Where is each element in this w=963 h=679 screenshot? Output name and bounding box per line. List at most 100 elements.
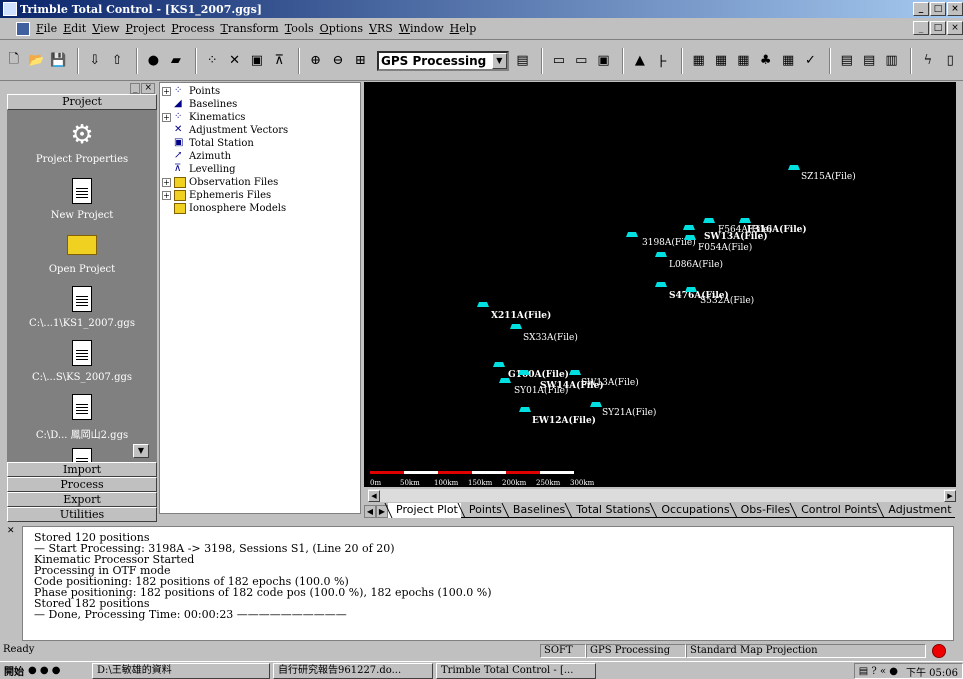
new-file-icon[interactable]: 🗋 xyxy=(4,51,23,71)
tab-scroll-left-button[interactable]: ◀ xyxy=(364,505,376,518)
doc-minimize-button[interactable]: _ xyxy=(913,21,929,35)
tree-item-ionosphere-models[interactable]: Ionosphere Models xyxy=(174,202,286,215)
chevron-down-icon[interactable]: ▼ xyxy=(491,52,507,69)
doc-restore-button[interactable]: □ xyxy=(930,21,946,35)
expand-icon[interactable]: + xyxy=(162,113,171,122)
tab-baselines[interactable]: Baselines xyxy=(504,503,569,518)
tab-obs-files[interactable]: Obs-Files xyxy=(732,503,794,518)
print-preview-icon[interactable]: ▤ xyxy=(859,51,878,71)
point-marker-icon[interactable] xyxy=(655,252,667,257)
menu-vrs[interactable]: VRS xyxy=(369,22,399,35)
adjust-icon[interactable]: ✕ xyxy=(225,51,244,71)
map-point[interactable]: EW12A(File) xyxy=(519,407,596,426)
menu-process[interactable]: Process xyxy=(171,22,220,35)
sidebar-header-project[interactable]: Project xyxy=(7,94,157,110)
sidebar-process-button[interactable]: Process xyxy=(7,477,157,492)
point-marker-icon[interactable] xyxy=(703,218,715,223)
tab-points[interactable]: Points xyxy=(460,503,505,518)
zoom-extent-icon[interactable]: ⊞ xyxy=(351,51,370,71)
maximize-button[interactable]: □ xyxy=(930,2,946,16)
map-point[interactable]: X211A(File) xyxy=(477,302,551,321)
point-marker-icon[interactable] xyxy=(788,165,800,170)
window-1-icon[interactable]: ▭ xyxy=(549,51,568,71)
point-marker-icon[interactable] xyxy=(626,232,638,237)
save-icon[interactable]: 💾 xyxy=(49,51,68,71)
sidebar-export-button[interactable]: Export xyxy=(7,492,157,507)
menu-help[interactable]: Help xyxy=(450,22,483,35)
map-point[interactable]: SZ15A(File) xyxy=(788,165,856,182)
recent-project-item[interactable]: C:\...S\KS_2007.ggs xyxy=(7,338,157,383)
expand-icon[interactable]: + xyxy=(162,178,171,187)
menu-file[interactable]: File xyxy=(36,22,63,35)
import-icon[interactable]: ⇩ xyxy=(85,51,104,71)
sidebar-scroll-down-button[interactable]: ▼ xyxy=(133,444,149,458)
menu-transform[interactable]: Transform xyxy=(220,22,284,35)
globe-icon[interactable]: ● xyxy=(144,51,163,71)
record-indicator-icon[interactable] xyxy=(932,644,946,658)
sidebar-import-button[interactable]: Import xyxy=(7,462,157,477)
point-marker-icon[interactable] xyxy=(590,402,602,407)
doc-close-button[interactable]: × xyxy=(947,21,963,35)
output-close-icon[interactable]: ✕ xyxy=(7,526,19,536)
tab-total-stations[interactable]: Total Stations xyxy=(568,503,654,518)
menu-view[interactable]: View xyxy=(92,22,125,35)
sidebar-utilities-button[interactable]: Utilities xyxy=(7,507,157,522)
point-marker-icon[interactable] xyxy=(510,324,522,329)
recent-project-item[interactable]: C:\D... 鳳岡山2.ggs xyxy=(7,392,157,441)
level-icon[interactable]: ⊼ xyxy=(270,51,289,71)
tree-item-points[interactable]: + ⁘ Points xyxy=(162,85,220,98)
processing-mode-select[interactable]: GPS Processing ▼ xyxy=(377,50,509,71)
menu-tools[interactable]: Tools xyxy=(285,22,320,35)
chart-icon[interactable]: ⺊ xyxy=(653,51,672,71)
point-marker-icon[interactable] xyxy=(739,218,751,223)
app-icon[interactable] xyxy=(3,2,17,16)
grid-icon[interactable]: ▦ xyxy=(711,51,730,71)
scroll-right-button[interactable]: ▶ xyxy=(944,490,956,502)
scroll-left-button[interactable]: ◀ xyxy=(368,490,380,502)
window-3-icon[interactable]: ▣ xyxy=(594,51,613,71)
title-bar[interactable]: Trimble Total Control - [KS1_2007.ggs] _… xyxy=(0,0,963,18)
layout-icon[interactable]: ▥ xyxy=(882,51,901,71)
sidebar-minimize-icon[interactable]: _ xyxy=(129,82,141,94)
recent-project-item[interactable]: C:\...1\KS1_2007.ggs xyxy=(7,284,157,329)
tray-icons[interactable]: ▤ ? « ● xyxy=(859,666,898,677)
lightning-icon[interactable]: ϟ xyxy=(918,51,937,71)
minimize-button[interactable]: _ xyxy=(913,2,929,16)
map-vertical-scrollbar[interactable] xyxy=(956,82,963,502)
quick-launch-icons[interactable]: ● ● ● xyxy=(28,665,92,676)
triangle-icon[interactable]: ▲ xyxy=(630,51,649,71)
map-point[interactable]: G100A(File) xyxy=(493,362,569,380)
menu-edit[interactable]: Edit xyxy=(63,22,92,35)
menu-window[interactable]: Window xyxy=(399,22,450,35)
tab-occupations[interactable]: Occupations xyxy=(653,503,733,518)
table-icon[interactable]: ▦ xyxy=(734,51,753,71)
point-marker-icon[interactable] xyxy=(477,302,489,307)
tree-item-kinematics[interactable]: + ⁘ Kinematics xyxy=(162,111,245,124)
expand-icon[interactable]: + xyxy=(162,87,171,96)
tree-item-azimuth[interactable]: ↗ Azimuth xyxy=(174,150,231,163)
sidebar-close-icon[interactable]: × xyxy=(141,82,155,94)
point-marker-icon[interactable] xyxy=(685,287,697,292)
export-icon[interactable]: ⇧ xyxy=(107,51,126,71)
point-marker-icon[interactable] xyxy=(683,225,695,230)
map-point[interactable]: L086A(File) xyxy=(655,252,723,270)
point-marker-icon[interactable] xyxy=(684,235,696,240)
expand-icon[interactable]: + xyxy=(162,191,171,200)
network-icon[interactable]: ♣ xyxy=(756,51,775,71)
menu-project[interactable]: Project xyxy=(125,22,171,35)
point-marker-icon[interactable] xyxy=(655,282,667,287)
zoom-out-icon[interactable]: ⊖ xyxy=(328,51,347,71)
open-project-icon[interactable]: ▰ xyxy=(166,51,185,71)
menu-options[interactable]: Options xyxy=(320,22,369,35)
tree-item-baselines[interactable]: ◢ Baselines xyxy=(174,98,237,111)
project-plot-map[interactable]: SZ15A(File)F564A(File)F316A(File)SW13A(F… xyxy=(364,82,956,487)
point-marker-icon[interactable] xyxy=(493,362,505,367)
point-marker-icon[interactable] xyxy=(518,370,530,375)
tree-item-levelling[interactable]: ⊼ Levelling xyxy=(174,163,236,176)
tree-item-total-station[interactable]: ▣ Total Station xyxy=(174,137,254,150)
close-button[interactable]: × xyxy=(947,2,963,16)
tab-adjustment[interactable]: Adjustment xyxy=(880,503,955,518)
window-2-icon[interactable]: ▭ xyxy=(572,51,591,71)
tree-item-ephemeris-files[interactable]: + Ephemeris Files xyxy=(162,189,271,202)
page-icon[interactable]: ▯ xyxy=(941,51,960,71)
